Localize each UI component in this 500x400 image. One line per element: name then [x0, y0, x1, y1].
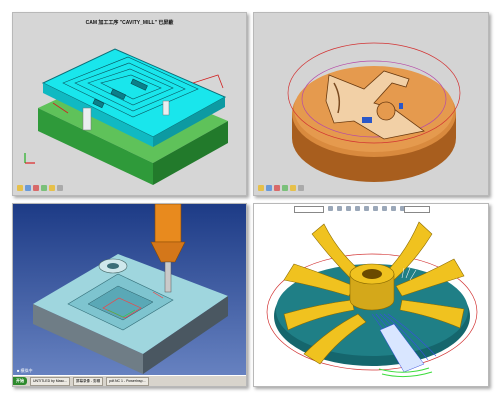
logo-engraving-viewport[interactable] [253, 12, 489, 196]
windows-taskbar: 开始 UNTITLED by Masc... 屏幕录像 - 剪辑 pdf.NC … [13, 375, 246, 386]
impeller-model [266, 221, 478, 378]
milling-simulation-model [13, 204, 246, 386]
cavity-mill-model [24, 48, 228, 185]
milling-simulation-viewport[interactable]: ■ 模拟中 开始 UNTITLED by Masc... 屏幕录像 - 剪辑 p… [12, 203, 247, 387]
simulation-status: ■ 模拟中 [17, 368, 33, 373]
taskbar-item[interactable]: 屏幕录像 - 剪辑 [73, 376, 104, 386]
start-button[interactable]: 开始 [13, 377, 27, 385]
logo-engraving-model [287, 42, 461, 182]
toolbar-icons[interactable] [258, 185, 304, 193]
taskbar-item[interactable]: pdf.NC 1 - PowerInsp... [106, 376, 149, 386]
toolbar-icons[interactable] [17, 185, 63, 193]
cam-screenshot-collage: CAM 加工工序 "CAVITY_MILL" 已屏蔽 ■ 模拟中 开始 UNTI… [0, 0, 500, 400]
taskbar-item[interactable]: UNTITLED by Masc... [30, 376, 71, 386]
impeller-viewport[interactable] [253, 203, 489, 387]
cavity-mill-viewport[interactable]: CAM 加工工序 "CAVITY_MILL" 已屏蔽 [12, 12, 247, 196]
